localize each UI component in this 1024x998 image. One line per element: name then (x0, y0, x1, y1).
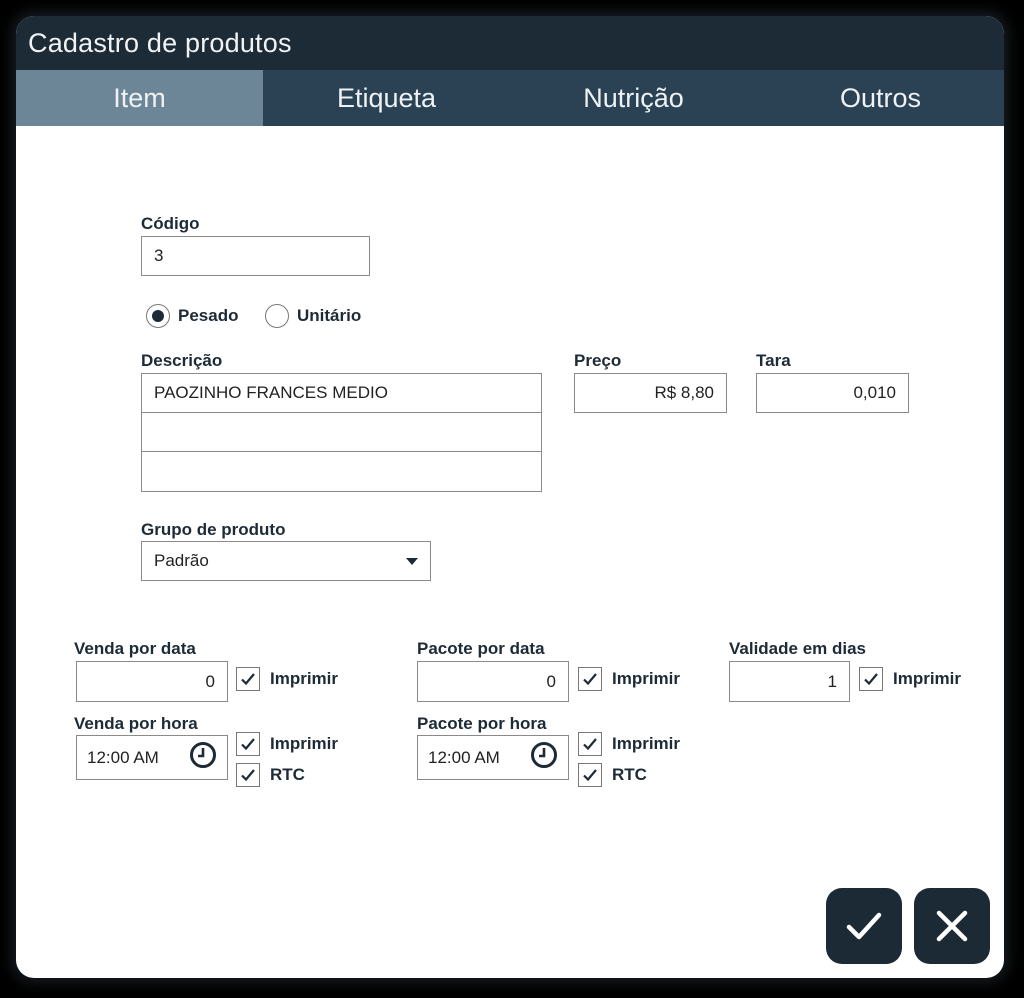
imprimir-label: Imprimir (612, 669, 681, 688)
pacote-por-hora-rtc-checkbox[interactable]: RTC (578, 763, 647, 787)
descricao-label: Descrição (141, 351, 223, 370)
radio-pesado-label: Pesado (178, 306, 239, 325)
imprimir-label: Imprimir (270, 734, 339, 753)
validade-value: 1 (827, 671, 837, 691)
radio-unitario[interactable]: Unitário (265, 304, 361, 328)
title-bar: Cadastro de produtos (16, 16, 1004, 70)
validade-imprimir-checkbox[interactable]: Imprimir (859, 667, 961, 691)
pacote-por-hora-imprimir-checkbox[interactable]: Imprimir (578, 732, 680, 756)
codigo-value: 3 (154, 246, 164, 265)
cancel-button[interactable] (914, 888, 990, 964)
check-icon (578, 732, 602, 756)
descricao-line-3[interactable] (141, 451, 542, 492)
tara-label: Tara (756, 351, 791, 370)
tab-nutricao[interactable]: Nutrição (510, 70, 757, 126)
codigo-input[interactable]: 3 (141, 236, 370, 276)
radio-unitario-label: Unitário (297, 306, 362, 325)
product-registration-window: Cadastro de produtos Item Etiqueta Nutri… (16, 16, 1004, 978)
check-icon (859, 667, 883, 691)
tara-value: 0,010 (853, 383, 896, 402)
venda-por-data-label: Venda por data (74, 639, 196, 658)
venda-por-hora-timepicker[interactable]: 12:00 AM (76, 735, 228, 780)
venda-por-data-input[interactable]: 0 (76, 661, 228, 702)
close-icon (936, 910, 968, 942)
preco-label: Preço (574, 351, 622, 370)
window-title: Cadastro de produtos (28, 28, 292, 58)
venda-por-data-imprimir-checkbox[interactable]: Imprimir (236, 667, 338, 691)
check-icon (236, 667, 260, 691)
imprimir-label: Imprimir (270, 669, 339, 688)
pacote-por-hora-timepicker[interactable]: 12:00 AM (417, 735, 569, 780)
check-icon (578, 667, 602, 691)
validade-input[interactable]: 1 (729, 661, 850, 702)
pacote-por-data-imprimir-checkbox[interactable]: Imprimir (578, 667, 680, 691)
preco-value: R$ 8,80 (654, 383, 714, 402)
check-icon (578, 763, 602, 787)
tab-etiqueta[interactable]: Etiqueta (263, 70, 510, 126)
pacote-por-hora-value: 12:00 AM (428, 747, 500, 767)
tab-outros[interactable]: Outros (757, 70, 1004, 126)
confirm-button[interactable] (826, 888, 902, 964)
grupo-label: Grupo de produto (141, 520, 286, 539)
chevron-down-icon (406, 557, 418, 565)
venda-por-hora-label: Venda por hora (74, 714, 198, 733)
grupo-selected-value: Padrão (154, 551, 209, 570)
descricao-line-1-value: PAOZINHO FRANCES MEDIO (154, 383, 388, 402)
venda-por-hora-imprimir-checkbox[interactable]: Imprimir (236, 732, 338, 756)
imprimir-label: Imprimir (893, 669, 962, 688)
check-icon (236, 732, 260, 756)
tab-bar: Item Etiqueta Nutrição Outros (16, 70, 1004, 126)
clock-icon[interactable] (189, 741, 217, 774)
check-icon (236, 763, 260, 787)
grupo-dropdown[interactable]: Padrão (141, 541, 431, 581)
tab-item[interactable]: Item (16, 70, 263, 126)
codigo-label: Código (141, 214, 200, 233)
venda-por-hora-rtc-checkbox[interactable]: RTC (236, 763, 305, 787)
radio-circle (265, 304, 289, 328)
tara-input[interactable]: 0,010 (756, 373, 909, 413)
validade-label: Validade em dias (729, 639, 867, 658)
clock-icon[interactable] (530, 741, 558, 774)
preco-input[interactable]: R$ 8,80 (574, 373, 727, 413)
rtc-label: RTC (270, 765, 305, 784)
radio-pesado[interactable]: Pesado (146, 304, 238, 328)
pacote-por-data-input[interactable]: 0 (417, 661, 569, 702)
pacote-por-data-value: 0 (546, 671, 556, 691)
venda-por-hora-value: 12:00 AM (87, 747, 159, 767)
check-icon (846, 912, 882, 940)
descricao-line-2[interactable] (141, 412, 542, 452)
pacote-por-hora-label: Pacote por hora (417, 714, 547, 733)
rtc-label: RTC (612, 765, 647, 784)
imprimir-label: Imprimir (612, 734, 681, 753)
pacote-por-data-label: Pacote por data (417, 639, 545, 658)
radio-circle-selected (146, 304, 170, 328)
descricao-line-1[interactable]: PAOZINHO FRANCES MEDIO (141, 373, 542, 413)
venda-por-data-value: 0 (205, 671, 215, 691)
